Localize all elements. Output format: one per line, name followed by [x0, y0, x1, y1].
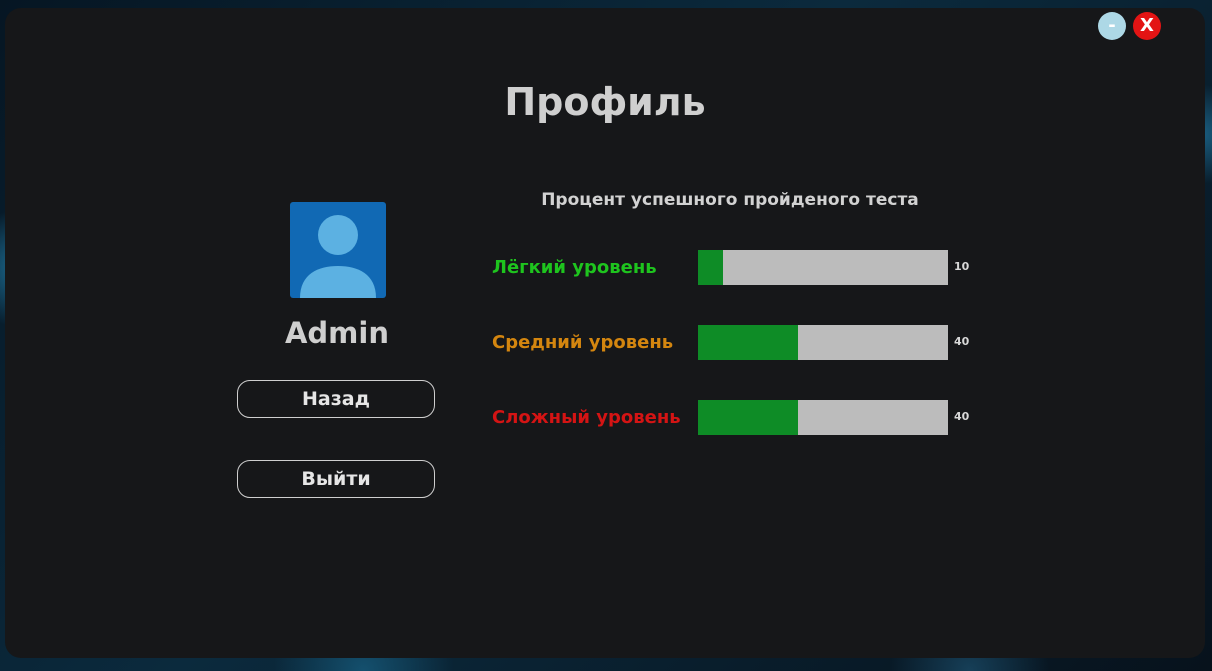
progress-bar-medium [698, 325, 948, 360]
progress-fill-easy [698, 250, 723, 285]
progress-fill-medium [698, 325, 798, 360]
level-row-hard: Сложный уровень 40 [492, 400, 992, 436]
progress-bar-easy [698, 250, 948, 285]
user-avatar-icon [290, 202, 386, 298]
close-button[interactable]: X [1133, 12, 1161, 40]
minimize-button[interactable]: - [1098, 12, 1126, 40]
page-title: Профиль [504, 80, 706, 124]
username: Admin [284, 316, 389, 350]
level-label-easy: Лёгкий уровень [492, 257, 657, 278]
progress-fill-hard [698, 400, 798, 435]
progress-value-hard: 40 [954, 410, 970, 423]
level-label-hard: Сложный уровень [492, 407, 681, 428]
level-row-easy: Лёгкий уровень 10 [492, 250, 992, 286]
logout-button[interactable]: Выйти [237, 460, 435, 498]
progress-value-easy: 10 [954, 260, 970, 273]
level-label-medium: Средний уровень [492, 332, 674, 353]
progress-bar-hard [698, 400, 948, 435]
progress-value-medium: 40 [954, 335, 970, 348]
back-button[interactable]: Назад [237, 380, 435, 418]
level-row-medium: Средний уровень 40 [492, 325, 992, 361]
stats-heading: Процент успешного пройденого теста [541, 190, 919, 210]
profile-window: - X Профиль Admin Назад Выйти Процент ус… [5, 8, 1205, 658]
